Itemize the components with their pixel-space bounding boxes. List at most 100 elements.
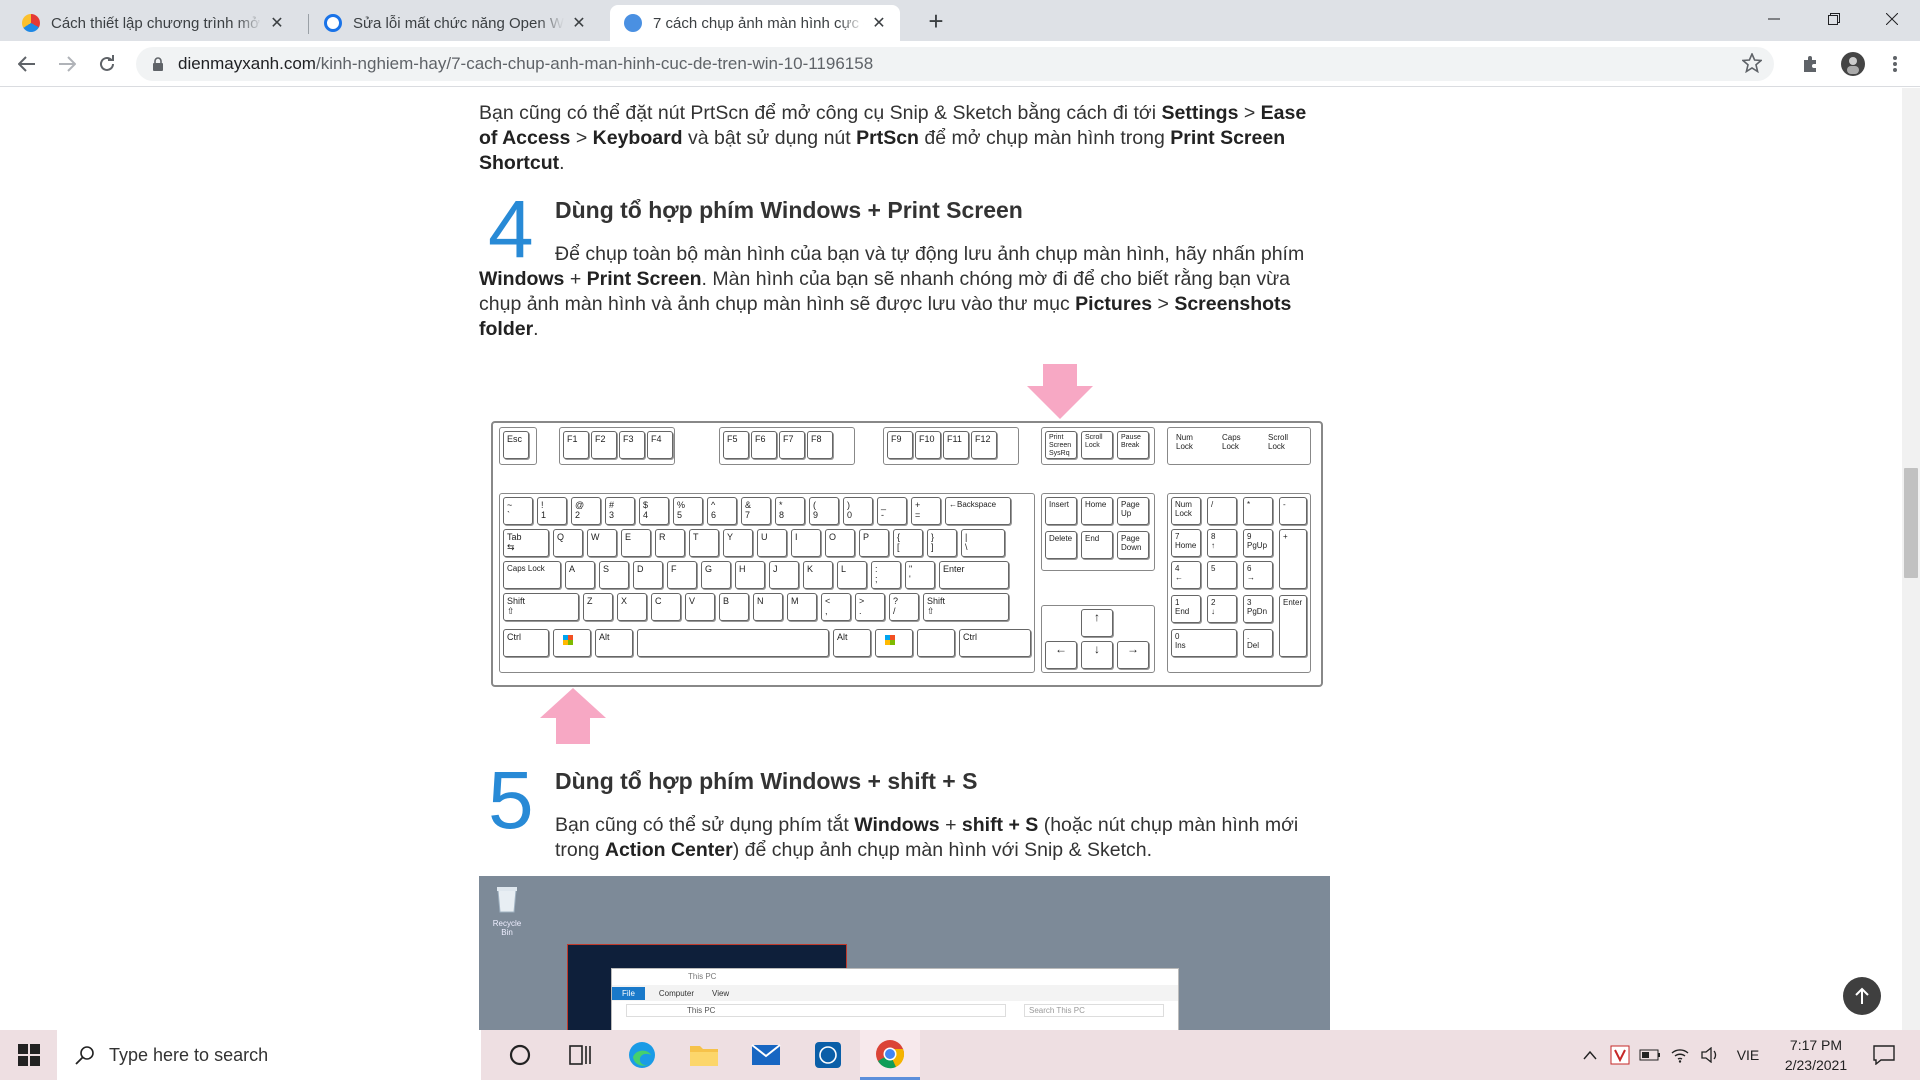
key: Shift ⇧ <box>503 593 579 621</box>
tray-network[interactable] <box>1666 1030 1694 1080</box>
key: | \ <box>961 529 1005 557</box>
key: Y <box>723 529 753 557</box>
minimize-button[interactable] <box>1746 0 1802 38</box>
taskbar-file-explorer[interactable] <box>674 1030 734 1080</box>
key: J <box>769 561 799 589</box>
key: 1 End <box>1171 595 1201 623</box>
key: _ - <box>877 497 907 525</box>
key: ~ ` <box>503 497 533 525</box>
key: F12 <box>971 431 997 459</box>
key: Home <box>1081 497 1113 525</box>
key: Insert <box>1045 497 1077 525</box>
key: N <box>753 593 783 621</box>
explorer-tab-view: View <box>712 988 730 998</box>
mail-icon <box>751 1044 781 1065</box>
search-icon <box>75 1046 94 1065</box>
tab-strip: Cách thiết lập chương trình mở file ✕ Sử… <box>0 0 1920 41</box>
tab-3-close-icon[interactable]: ✕ <box>870 13 888 33</box>
tab-2-close-icon[interactable]: ✕ <box>570 13 588 33</box>
dell-icon <box>815 1042 841 1068</box>
tab-1-close-icon[interactable]: ✕ <box>268 13 286 33</box>
notification-icon <box>1873 1045 1895 1065</box>
taskbar-dell[interactable] <box>798 1030 858 1080</box>
tray-language[interactable]: VIE <box>1730 1030 1766 1080</box>
show-hidden-icons-button[interactable] <box>1576 1030 1604 1080</box>
key: K <box>803 561 833 589</box>
cortana-circle-icon <box>509 1044 531 1066</box>
page-scrollbar-thumb[interactable] <box>1904 468 1918 578</box>
tray-antivirus[interactable] <box>1606 1030 1634 1080</box>
bookmark-star-icon[interactable] <box>1741 51 1763 78</box>
tray-clock[interactable]: 7:17 PM 2/23/2021 <box>1772 1030 1860 1080</box>
site-favicon-icon <box>324 14 342 32</box>
taskbar-chrome-active[interactable] <box>860 1030 920 1080</box>
profile-avatar[interactable] <box>1838 49 1868 79</box>
key: 6 → <box>1243 561 1273 589</box>
key: U <box>757 529 787 557</box>
loading-favicon-icon <box>624 14 642 32</box>
key: ? / <box>889 593 919 621</box>
wifi-icon <box>1671 1049 1689 1063</box>
key: F9 <box>887 431 913 459</box>
key: Scroll Lock <box>1265 431 1305 459</box>
key: 4 ← <box>1171 561 1201 589</box>
chrome-menu-icon[interactable] <box>1880 49 1910 79</box>
taskbar-edge[interactable] <box>612 1030 672 1080</box>
restore-icon <box>1828 13 1840 25</box>
key: Shift ⇧ <box>923 593 1009 621</box>
key: * 8 <box>775 497 805 525</box>
file-explorer-window: This PC File Computer View This PC Searc… <box>611 968 1179 1036</box>
step-5-paragraph: Bạn cũng có thể sử dụng phím tắt Windows… <box>555 814 1299 861</box>
battery-icon <box>1639 1049 1660 1061</box>
cortana-button[interactable] <box>490 1030 550 1080</box>
taskbar-mail[interactable] <box>736 1030 796 1080</box>
tab-1[interactable]: Cách thiết lập chương trình mở file ✕ <box>8 5 298 41</box>
clock-date: 2/23/2021 <box>1784 1057 1848 1073</box>
taskbar-search-box[interactable]: Type here to search <box>57 1030 481 1080</box>
recycle-bin-label: Recycle Bin <box>492 919 522 937</box>
key: I <box>791 529 821 557</box>
key: Enter <box>939 561 1009 589</box>
key: 2 ↓ <box>1207 595 1237 623</box>
key: ( 9 <box>809 497 839 525</box>
key: " ' <box>905 561 935 589</box>
tray-volume[interactable] <box>1696 1030 1724 1080</box>
extensions-puzzle-icon[interactable] <box>1796 49 1826 79</box>
key: ← <box>1045 641 1077 669</box>
new-tab-button[interactable]: + <box>922 8 950 36</box>
key: C <box>651 593 681 621</box>
intro-paragraph: Bạn cũng có thể đặt nút PrtScn để mở côn… <box>479 102 1307 174</box>
tab-2[interactable]: Sửa lỗi mất chức năng Open With ✕ <box>310 5 600 41</box>
task-view-button[interactable] <box>550 1030 610 1080</box>
back-to-top-button[interactable] <box>1843 977 1881 1015</box>
key: A <box>565 561 595 589</box>
back-button[interactable] <box>12 49 42 79</box>
forward-arrow-icon <box>59 56 76 72</box>
key: ^ 6 <box>707 497 737 525</box>
key: Delete <box>1045 531 1077 559</box>
key: V <box>685 593 715 621</box>
key: D <box>633 561 663 589</box>
key: { [ <box>893 529 923 557</box>
url-path: /kinh-nghiem-hay/7-cach-chup-anh-man-hin… <box>315 54 874 73</box>
action-center-button[interactable] <box>1864 1030 1904 1080</box>
reload-button[interactable] <box>92 49 122 79</box>
key: F1 <box>563 431 589 459</box>
tab-3-active[interactable]: 7 cách chụp ảnh màn hình cực dễ ✕ <box>610 5 900 41</box>
address-bar[interactable]: dienmayxanh.com/kinh-nghiem-hay/7-cach-c… <box>136 47 1774 81</box>
key: F3 <box>619 431 645 459</box>
key: Caps Lock <box>503 561 561 589</box>
tray-battery[interactable] <box>1636 1030 1664 1080</box>
key: ! 1 <box>537 497 567 525</box>
key: G <box>701 561 731 589</box>
close-window-button[interactable] <box>1864 0 1920 38</box>
forward-button[interactable] <box>52 49 82 79</box>
start-button[interactable] <box>0 1030 57 1080</box>
key <box>917 629 955 657</box>
minimize-icon <box>1768 18 1780 20</box>
arrow-down-to-printscreen-icon <box>1027 364 1093 419</box>
restore-button[interactable] <box>1806 0 1862 38</box>
chevron-up-icon <box>1583 1050 1597 1060</box>
key: F6 <box>751 431 777 459</box>
windows-key-logo-icon <box>563 635 573 645</box>
